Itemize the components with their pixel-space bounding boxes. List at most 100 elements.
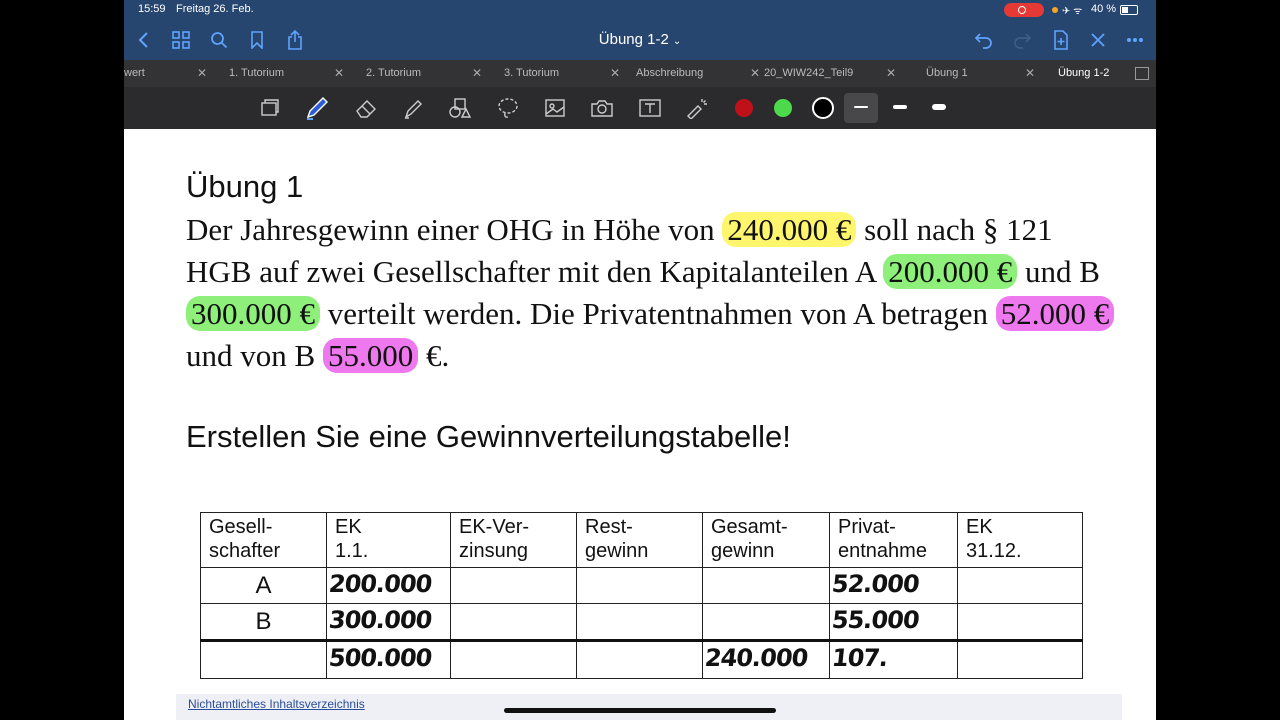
handwritten-value: 52.000 <box>830 570 921 598</box>
color-red-swatch[interactable] <box>735 99 753 117</box>
redo-icon[interactable] <box>1009 27 1035 53</box>
header-privatentnahme: Privat-entnahme <box>829 512 958 568</box>
text-part: Der Jahresgewinn einer OHG in Höhe von <box>186 212 715 247</box>
tab-close-icon[interactable]: ✕ <box>472 60 482 87</box>
cell-gesamt-sum[interactable]: 240.000 <box>702 639 830 679</box>
cell-empty[interactable] <box>702 567 830 604</box>
exercise-heading: Übung 1 <box>186 169 304 204</box>
cell-empty[interactable] <box>576 567 703 604</box>
home-indicator[interactable] <box>504 708 776 713</box>
cell-empty[interactable] <box>957 603 1083 641</box>
cell-empty[interactable] <box>957 639 1083 679</box>
text-part: verteilt werden. Die Privatentnahmen von… <box>327 296 989 331</box>
tab-1-tutorium[interactable]: 1. Tutorium ✕ <box>229 60 344 87</box>
status-time: 15:59 <box>138 3 166 15</box>
laser-pointer-icon[interactable] <box>684 96 710 120</box>
document-page[interactable]: Übung 1 Der Jahresgewinn einer OHG in Hö… <box>124 129 1156 720</box>
cell-empty[interactable] <box>450 639 577 679</box>
cell-privat-sum[interactable]: 107. <box>829 639 958 679</box>
handwritten-value: 107. <box>830 644 889 672</box>
handwritten-value: 200.000 <box>327 570 433 598</box>
cell-empty[interactable] <box>576 639 703 679</box>
table-row: B 300.000 55.000 <box>200 603 1083 641</box>
tab-close-icon[interactable]: ✕ <box>1025 60 1035 87</box>
color-black-swatch[interactable] <box>812 97 834 119</box>
document-tabs: wert ✕ 1. Tutorium ✕ 2. Tutorium ✕ 3. Tutor… <box>124 60 1156 87</box>
document-title-text: Übung 1-2 <box>598 31 669 48</box>
handwritten-value: 300.000 <box>327 606 433 634</box>
tab-close-icon[interactable]: ✕ <box>886 60 896 87</box>
image-tool-icon[interactable] <box>542 96 568 120</box>
stroke-thick-icon[interactable] <box>932 104 946 110</box>
cell-empty[interactable] <box>576 603 703 641</box>
cell-privat-b[interactable]: 55.000 <box>829 603 958 641</box>
color-green-swatch[interactable] <box>774 99 792 117</box>
wifi-icon: ✈ ᯤ <box>1062 6 1083 17</box>
table-header-row: Gesell-schafter EK 1.1. EK-Ver-zinsung Re… <box>200 512 1083 568</box>
more-icon[interactable] <box>1122 27 1148 53</box>
navigation-bar: Übung 1-2 ⌄ <box>124 20 1156 60</box>
header-gesellschafter: Gesell-schafter <box>200 512 327 568</box>
header-ek-end: EK 31.12. <box>957 512 1083 568</box>
stroke-medium-icon[interactable] <box>893 105 907 109</box>
tab-uebung-1-2[interactable]: Übung 1-2 <box>1058 60 1109 87</box>
profit-distribution-table: Gesell-schafter EK 1.1. EK-Ver-zinsung Re… <box>200 512 1083 679</box>
tab-wiw242[interactable]: 20_WIW242_Teil9 ✕ <box>764 60 896 87</box>
document-title[interactable]: Übung 1-2 ⌄ <box>124 31 1156 48</box>
header-ek-verzinsung: EK-Ver-zinsung <box>450 512 577 568</box>
goodnotes-window: 15:59 Freitag 26. Feb. ✈ ᯤ 40 % Übung 1-… <box>124 0 1156 720</box>
chevron-down-icon: ⌄ <box>672 36 682 47</box>
highlighter-tool-icon[interactable] <box>400 96 426 120</box>
highlight-withdrawal-a: 52.000 € <box>995 296 1115 331</box>
cell-empty[interactable] <box>450 567 577 604</box>
add-page-icon[interactable] <box>1048 27 1074 53</box>
pen-tool-icon[interactable] <box>304 96 330 120</box>
camera-tool-icon[interactable] <box>589 96 615 120</box>
tab-close-icon[interactable]: ✕ <box>750 60 760 87</box>
screen-recording-icon[interactable] <box>1004 3 1044 17</box>
cell-empty[interactable] <box>957 567 1083 604</box>
tab-wert[interactable]: wert ✕ <box>124 60 207 87</box>
cell-ek-b[interactable]: 300.000 <box>326 603 451 641</box>
mic-indicator-icon <box>1052 7 1058 13</box>
stroke-thin-selected[interactable] <box>844 93 878 123</box>
battery-icon <box>1120 5 1138 15</box>
highlight-capital-b: 300.000 € <box>186 296 320 331</box>
text-part: und von B <box>186 338 316 373</box>
page-footer: Nichtamtliches Inhaltsverzeichnis <box>176 694 1122 720</box>
tab-abschreibung[interactable]: Abschreibung ✕ <box>636 60 760 87</box>
cell-empty[interactable] <box>200 639 327 679</box>
tab-label: 1. Tutorium <box>229 67 285 79</box>
sidebar-toggle-icon[interactable] <box>1135 67 1149 80</box>
text-tool-icon[interactable] <box>637 96 663 120</box>
highlight-profit: 240.000 € <box>722 212 857 247</box>
tab-close-icon[interactable]: ✕ <box>334 60 344 87</box>
text-part: und B <box>1025 254 1100 289</box>
undo-icon[interactable] <box>971 27 997 53</box>
battery-percentage: 40 % <box>1091 3 1117 15</box>
tab-label: Abschreibung <box>636 67 704 79</box>
shape-tool-icon[interactable] <box>447 96 473 120</box>
stroke-thin-icon <box>854 106 868 108</box>
handwritten-value: 500.000 <box>327 644 433 672</box>
highlight-withdrawal-b: 55.000 <box>322 338 419 373</box>
status-bar: 15:59 Freitag 26. Feb. ✈ ᯤ 40 % <box>124 0 1156 20</box>
tab-close-icon[interactable]: ✕ <box>610 60 620 87</box>
table-sum-row: 500.000 240.000 107. <box>200 639 1083 679</box>
footer-link[interactable]: Nichtamtliches Inhaltsverzeichnis <box>188 697 365 711</box>
cell-privat-a[interactable]: 52.000 <box>829 567 958 604</box>
tab-uebung-1[interactable]: Übung 1 ✕ <box>926 60 1035 87</box>
close-icon[interactable] <box>1085 27 1111 53</box>
tab-close-icon[interactable]: ✕ <box>197 60 207 87</box>
tab-3-tutorium[interactable]: 3. Tutorium ✕ <box>504 60 620 87</box>
cell-ek-sum[interactable]: 500.000 <box>326 639 451 679</box>
eraser-tool-icon[interactable] <box>353 96 379 120</box>
row-label-a: A <box>200 567 327 604</box>
cell-empty[interactable] <box>702 603 830 641</box>
cell-ek-a[interactable]: 200.000 <box>326 567 451 604</box>
tab-2-tutorium[interactable]: 2. Tutorium ✕ <box>366 60 482 87</box>
header-restgewinn: Rest-gewinn <box>576 512 703 568</box>
cell-empty[interactable] <box>450 603 577 641</box>
lasso-tool-icon[interactable] <box>495 96 521 120</box>
read-only-mode-icon[interactable] <box>257 96 283 120</box>
